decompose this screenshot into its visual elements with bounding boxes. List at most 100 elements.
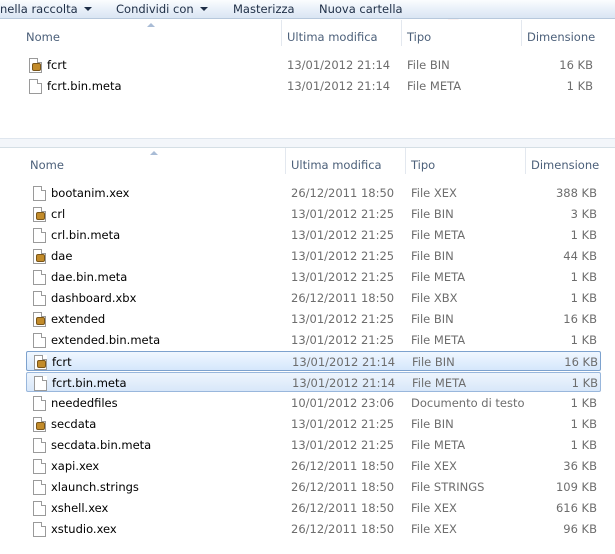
file-modified: 13/01/2012 21:14 xyxy=(292,376,396,390)
file-name: crl.bin.meta xyxy=(51,228,121,242)
file-name: bootanim.xex xyxy=(51,186,130,200)
column-header-name-label: Nome xyxy=(30,158,64,172)
column-header-type[interactable]: Tipo xyxy=(406,148,526,174)
column-header-type[interactable]: Tipo xyxy=(402,20,522,46)
file-size: 16 KB xyxy=(564,355,598,369)
file-icon xyxy=(33,501,46,516)
file-size: 36 KB xyxy=(563,459,597,473)
file-modified: 13/01/2012 21:25 xyxy=(291,438,395,452)
file-size: 3 KB xyxy=(570,207,597,221)
file-row[interactable]: crl 13/01/2012 21:25 File BIN 3 KB xyxy=(0,204,615,225)
file-size: 1 KB xyxy=(570,291,597,305)
file-size: 1 KB xyxy=(570,417,597,431)
new-folder-label: Nuova cartella xyxy=(319,2,403,16)
file-row[interactable]: secdata 13/01/2012 21:25 File BIN 1 KB xyxy=(0,414,615,435)
file-size: 16 KB xyxy=(559,58,593,72)
bin-file-icon xyxy=(29,58,42,73)
file-row[interactable]: xshell.xex 26/12/2011 18:50 File XEX 616 KB xyxy=(0,498,615,519)
file-modified: 13/01/2012 21:25 xyxy=(291,207,395,221)
file-name: fcrt.bin.meta xyxy=(47,79,122,93)
file-icon xyxy=(33,291,46,306)
file-icon xyxy=(33,438,46,453)
file-modified: 26/12/2011 18:50 xyxy=(291,501,395,515)
file-type: File BIN xyxy=(411,207,454,221)
column-header-modified[interactable]: Ultima modifica xyxy=(282,20,402,46)
column-header-size[interactable]: Dimensione xyxy=(526,148,615,174)
file-type: File XEX xyxy=(411,501,457,515)
file-modified: 13/01/2012 21:14 xyxy=(292,355,396,369)
file-row[interactable]: xstudio.xex 26/12/2011 18:50 File XEX 96 KB xyxy=(0,519,615,540)
column-header-size-label: Dimensione xyxy=(531,158,600,172)
include-in-library-button[interactable]: nella raccolta xyxy=(0,0,92,19)
file-icon xyxy=(33,270,46,285)
burn-button[interactable]: Masterizza xyxy=(233,0,295,19)
file-name: extended xyxy=(51,312,106,326)
file-row[interactable]: neededfiles 10/01/2012 23:06 Documento di … xyxy=(0,393,615,414)
file-modified: 26/12/2011 18:50 xyxy=(291,522,395,536)
file-size: 16 KB xyxy=(563,312,597,326)
column-header-size-label: Dimensione xyxy=(527,30,596,44)
file-row[interactable]: crl.bin.meta 13/01/2012 21:25 File META 1 K… xyxy=(0,225,615,246)
bin-file-icon xyxy=(33,312,46,327)
file-type: File XEX xyxy=(411,459,457,473)
file-modified: 13/01/2012 21:25 xyxy=(291,312,395,326)
file-row[interactable]: extended 13/01/2012 21:25 File BIN 16 KB xyxy=(0,309,615,330)
file-modified: 13/01/2012 21:25 xyxy=(291,249,395,263)
dropdown-arrow-icon xyxy=(199,7,208,11)
file-row[interactable]: secdata.bin.meta 13/01/2012 21:25 File MET… xyxy=(0,435,615,456)
column-header-size[interactable]: Dimensione xyxy=(522,20,615,46)
column-header-modified[interactable]: Ultima modifica xyxy=(286,148,406,174)
file-row[interactable]: xapi.xex 26/12/2011 18:50 File XEX 36 KB xyxy=(0,456,615,477)
pane-divider xyxy=(0,138,615,147)
file-row[interactable]: bootanim.xex 26/12/2011 18:50 File XEX 388 … xyxy=(0,183,615,204)
file-modified: 13/01/2012 21:25 xyxy=(291,333,395,347)
file-icon xyxy=(34,376,47,391)
share-with-label: Condividi con xyxy=(116,2,194,16)
file-list-top: Nome Ultima modifica Tipo Dimensione fcr… xyxy=(0,20,615,138)
file-type: File XBX xyxy=(411,291,458,305)
file-type: File STRINGS xyxy=(411,480,485,494)
file-row[interactable]: fcrt 13/01/2012 21:14 File BIN 16 KB xyxy=(0,55,615,76)
column-header-row: Nome Ultima modifica Tipo Dimensione xyxy=(0,148,615,174)
file-name: secdata.bin.meta xyxy=(51,438,152,452)
file-type: File META xyxy=(412,376,467,390)
burn-label: Masterizza xyxy=(233,2,295,16)
file-name: fcrt.bin.meta xyxy=(52,376,127,390)
file-row[interactable]: extended.bin.meta 13/01/2012 21:25 File ME… xyxy=(0,330,615,351)
include-in-library-label: nella raccolta xyxy=(0,2,78,16)
file-size: 1 KB xyxy=(566,79,593,93)
file-name: secdata xyxy=(51,417,97,431)
file-row[interactable]: xlaunch.strings 26/12/2011 18:50 File STRI… xyxy=(0,477,615,498)
file-modified: 13/01/2012 21:25 xyxy=(291,228,395,242)
file-row[interactable]: fcrt 13/01/2012 21:14 File BIN 16 KB xyxy=(26,351,601,371)
file-size: 109 KB xyxy=(555,480,597,494)
file-name: xstudio.xex xyxy=(51,522,117,536)
file-row[interactable]: fcrt.bin.meta 13/01/2012 21:14 File META 1 … xyxy=(26,372,601,392)
file-name: extended.bin.meta xyxy=(51,333,161,347)
file-list-bottom: Nome Ultima modifica Tipo Dimensione boo… xyxy=(0,147,615,554)
file-type: File META xyxy=(407,79,462,93)
file-name: crl xyxy=(51,207,66,221)
column-header-modified-label: Ultima modifica xyxy=(291,158,382,172)
file-size: 1 KB xyxy=(570,396,597,410)
new-folder-button[interactable]: Nuova cartella xyxy=(319,0,403,19)
column-header-modified-label: Ultima modifica xyxy=(287,30,378,44)
file-type: File BIN xyxy=(411,249,454,263)
file-size: 1 KB xyxy=(570,438,597,452)
file-name: xlaunch.strings xyxy=(51,480,139,494)
share-with-button[interactable]: Condividi con xyxy=(116,0,208,19)
file-row[interactable]: fcrt.bin.meta 13/01/2012 21:14 File META 1 … xyxy=(0,76,615,97)
file-modified: 13/01/2012 21:14 xyxy=(287,58,391,72)
file-type: File BIN xyxy=(411,417,454,431)
file-modified: 13/01/2012 21:25 xyxy=(291,270,395,284)
file-row[interactable]: dae 13/01/2012 21:25 File BIN 44 KB xyxy=(0,246,615,267)
file-icon xyxy=(33,186,46,201)
file-modified: 10/01/2012 23:06 xyxy=(291,396,395,410)
file-row[interactable]: dashboard.xbx 26/12/2011 18:50 File XBX 1 K… xyxy=(0,288,615,309)
file-icon xyxy=(33,480,46,495)
file-modified: 26/12/2011 18:50 xyxy=(291,186,395,200)
file-row[interactable]: dae.bin.meta 13/01/2012 21:25 File META 1 K… xyxy=(0,267,615,288)
file-type: File XEX xyxy=(411,186,457,200)
file-size: 96 KB xyxy=(563,522,597,536)
column-header-type-label: Tipo xyxy=(411,158,436,172)
